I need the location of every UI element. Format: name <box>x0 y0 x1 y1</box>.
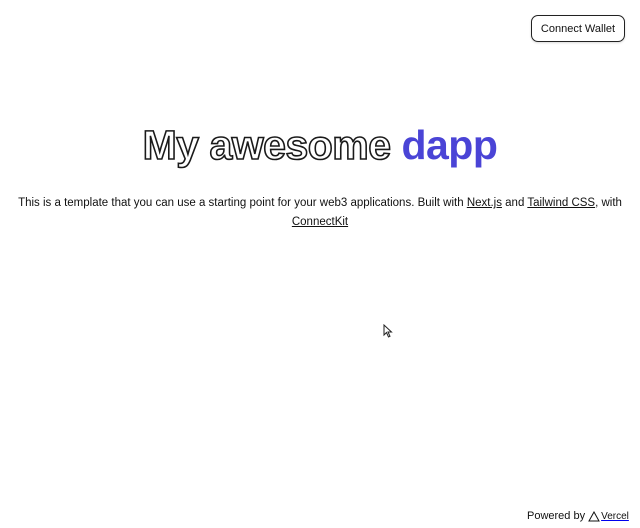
description-prefix: This is a template that you can use a st… <box>18 197 467 209</box>
connectkit-link[interactable]: ConnectKit <box>292 216 348 228</box>
nextjs-link[interactable]: Next.js <box>467 197 502 209</box>
hero-description: This is a template that you can use a st… <box>8 194 632 232</box>
description-and: and <box>501 197 528 209</box>
mouse-cursor-icon <box>383 324 393 338</box>
footer-powered-by: Powered by Vercel <box>527 510 629 522</box>
vercel-wordmark: Vercel <box>601 510 629 522</box>
connect-wallet-button[interactable]: Connect Wallet <box>531 15 625 42</box>
title-accent: dapp <box>401 122 498 168</box>
vercel-triangle-icon <box>588 510 600 521</box>
tailwind-link[interactable]: Tailwind CSS <box>527 197 595 209</box>
description-with: , with <box>595 197 622 209</box>
title-main: My awesome <box>142 121 402 169</box>
powered-by-text: Powered by <box>527 510 586 522</box>
vercel-link[interactable]: Vercel <box>588 510 629 522</box>
page-title: My awesome dapp <box>0 121 640 169</box>
